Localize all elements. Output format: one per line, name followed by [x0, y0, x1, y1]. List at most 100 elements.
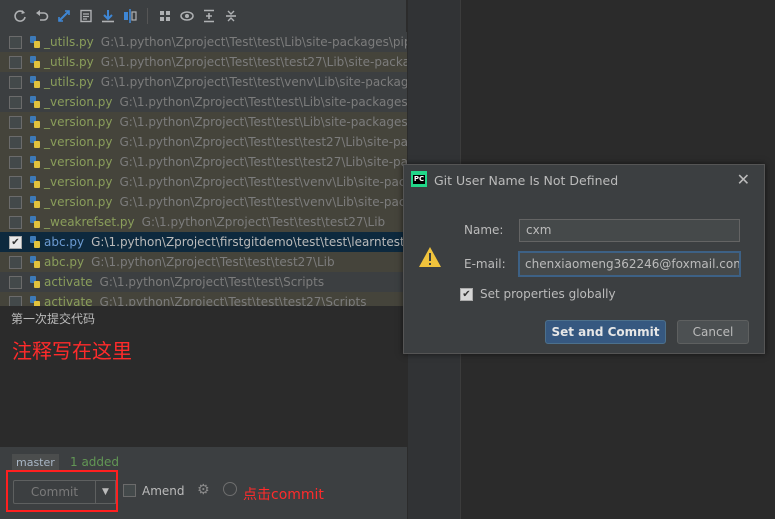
toolbar-separator	[147, 8, 148, 24]
file-checkbox[interactable]	[9, 135, 22, 149]
python-file-icon	[30, 56, 40, 68]
diff-icon[interactable]	[53, 5, 75, 27]
file-name: _utils.py	[44, 55, 94, 69]
file-path: G:\1.python\Zproject\firstgitdemo\test\t…	[91, 235, 405, 249]
commit-panel: _utils.py G:\1.python\Zproject\Test\test\…	[0, 0, 407, 519]
file-row[interactable]: activate G:\1.python\Zproject\Test\test\S…	[0, 272, 407, 292]
collapse-all-icon[interactable]	[220, 5, 242, 27]
python-file-icon	[30, 196, 40, 208]
file-row[interactable]: ✔ abc.py G:\1.python\Zproject\firstgitdemo…	[0, 232, 407, 252]
amend-label: Amend	[142, 484, 185, 498]
expand-all-icon[interactable]	[198, 5, 220, 27]
branch-badge[interactable]: master	[12, 454, 59, 471]
file-name: abc.py	[44, 255, 85, 269]
file-path: G:\1.python\Zproject\Test\test\Lib\site-…	[100, 35, 407, 49]
pycharm-logo-icon: PC	[411, 171, 427, 187]
file-checkbox[interactable]	[9, 95, 22, 109]
compare-icon[interactable]	[119, 5, 141, 27]
changed-files-list: _utils.py G:\1.python\Zproject\Test\test\…	[0, 32, 407, 306]
chevron-down-icon: ▼	[102, 487, 109, 497]
refresh-icon[interactable]	[9, 5, 31, 27]
file-row[interactable]: _weakrefset.py G:\1.python\Zproject\Test\…	[0, 212, 407, 232]
file-name: _version.py	[44, 195, 113, 209]
file-checkbox[interactable]	[9, 75, 22, 89]
python-file-icon	[30, 76, 40, 88]
file-checkbox[interactable]	[9, 255, 22, 269]
gear-icon[interactable]: ⚙	[197, 482, 210, 498]
python-file-icon	[30, 256, 40, 268]
file-checkbox[interactable]	[9, 275, 22, 289]
file-row[interactable]: _utils.py G:\1.python\Zproject\Test\test\…	[0, 32, 407, 52]
file-path: G:\1.python\Zproject\Test\test\Lib\site-…	[119, 95, 407, 109]
file-checkbox[interactable]	[9, 215, 22, 229]
group-by-icon[interactable]	[154, 5, 176, 27]
file-name: _utils.py	[44, 75, 94, 89]
file-name: _weakrefset.py	[44, 215, 135, 229]
history-icon[interactable]	[223, 482, 237, 496]
commit-toolbar	[0, 0, 407, 32]
set-and-commit-button[interactable]: Set and Commit	[545, 320, 666, 344]
changelist-icon[interactable]	[75, 5, 97, 27]
update-icon[interactable]	[97, 5, 119, 27]
name-label: Name:	[464, 223, 504, 237]
file-path: G:\1.python\Zproject\Test\test\test27\Li…	[119, 135, 407, 149]
file-checkbox[interactable]	[9, 35, 22, 49]
file-name: _version.py	[44, 95, 113, 109]
python-file-icon	[30, 136, 40, 148]
file-row[interactable]: _utils.py G:\1.python\Zproject\Test\test\…	[0, 72, 407, 92]
email-field[interactable]: chenxiaomeng362246@foxmail.com	[518, 251, 741, 277]
file-path: G:\1.python\Zproject\Test\test\test27\Li…	[100, 55, 407, 69]
added-count: 1 added	[70, 455, 120, 469]
commit-button[interactable]: Commit	[13, 480, 96, 504]
file-name: _version.py	[44, 155, 113, 169]
file-row[interactable]: _version.py G:\1.python\Zproject\Test\tes…	[0, 152, 407, 172]
email-label: E-mail:	[464, 257, 506, 271]
dialog-titlebar[interactable]: PC Git User Name Is Not Defined ✕	[404, 165, 764, 195]
file-name: _utils.py	[44, 35, 94, 49]
python-file-icon	[30, 36, 40, 48]
cancel-button[interactable]: Cancel	[677, 320, 749, 344]
file-row[interactable]: abc.py G:\1.python\Zproject\Test\test\tes…	[0, 252, 407, 272]
file-row[interactable]: _utils.py G:\1.python\Zproject\Test\test\…	[0, 52, 407, 72]
dialog-title: Git User Name Is Not Defined	[434, 173, 619, 188]
git-user-dialog: PC Git User Name Is Not Defined ✕ Name: …	[403, 164, 765, 354]
set-globally-checkbox[interactable]: ✔	[460, 288, 473, 301]
file-name: activate	[44, 275, 93, 289]
file-checkbox[interactable]	[9, 175, 22, 189]
file-row[interactable]: _version.py G:\1.python\Zproject\Test\tes…	[0, 172, 407, 192]
python-file-icon	[30, 176, 40, 188]
file-checkbox[interactable]	[9, 195, 22, 209]
file-checkbox[interactable]	[9, 55, 22, 69]
python-file-icon	[30, 236, 40, 248]
file-path: G:\1.python\Zproject\Test\test\Lib\site-…	[119, 115, 407, 129]
commit-highlight-box: Commit ▼	[6, 470, 118, 512]
file-row[interactable]: _version.py G:\1.python\Zproject\Test\tes…	[0, 92, 407, 112]
commit-dropdown-button[interactable]: ▼	[95, 480, 116, 504]
commit-message-editor[interactable]: 第一次提交代码 注释写在这里	[0, 307, 407, 447]
file-row[interactable]: _version.py G:\1.python\Zproject\Test\tes…	[0, 192, 407, 212]
commit-message-text[interactable]: 第一次提交代码	[11, 310, 95, 327]
file-checkbox[interactable]	[9, 295, 22, 306]
python-file-icon	[30, 296, 40, 306]
amend-checkbox[interactable]	[123, 484, 136, 497]
file-checkbox[interactable]: ✔	[9, 235, 22, 249]
view-options-icon[interactable]	[176, 5, 198, 27]
file-row[interactable]: activate G:\1.python\Zproject\Test\test\t…	[0, 292, 407, 306]
python-file-icon	[30, 216, 40, 228]
name-field[interactable]: cxm	[519, 219, 740, 242]
warning-icon	[419, 247, 441, 267]
annotation-message: 注释写在这里	[12, 339, 132, 363]
file-checkbox[interactable]	[9, 155, 22, 169]
file-row[interactable]: _version.py G:\1.python\Zproject\Test\tes…	[0, 112, 407, 132]
set-globally-label: Set properties globally	[480, 287, 616, 301]
file-row[interactable]: _version.py G:\1.python\Zproject\Test\tes…	[0, 132, 407, 152]
file-path: G:\1.python\Zproject\Test\test\test27\Li…	[141, 215, 386, 229]
commit-status-bar: master 1 added Commit ▼ Amend ⚙ 点击commit	[0, 447, 407, 519]
file-checkbox[interactable]	[9, 115, 22, 129]
python-file-icon	[30, 116, 40, 128]
file-name: activate	[44, 295, 93, 306]
python-file-icon	[30, 156, 40, 168]
rollback-icon[interactable]	[31, 5, 53, 27]
python-file-icon	[30, 96, 40, 108]
close-icon[interactable]: ✕	[737, 170, 750, 189]
